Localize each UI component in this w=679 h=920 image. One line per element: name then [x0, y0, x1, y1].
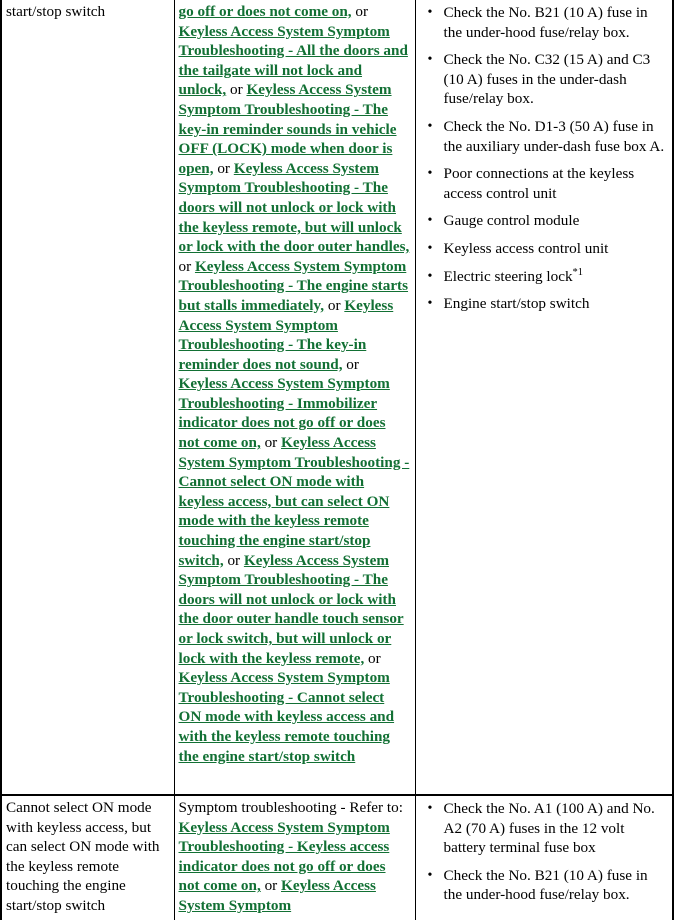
checks-list-0: Check the No. B21 (10 A) fuse in the und…: [420, 3, 668, 314]
checks-cell: Check the No. A1 (100 A) and No. A2 (70 …: [414, 794, 673, 920]
check-item-label: Check the No. A1 (100 A) and No. A2 (70 …: [443, 800, 655, 857]
diagnosis-text: or: [351, 3, 369, 20]
symptom-text: start/stop switch: [6, 3, 106, 20]
check-item-label: Check the No. B21 (10 A) fuse in the und…: [443, 866, 648, 904]
checks-cell: Check the No. B21 (10 A) fuse in the und…: [414, 0, 673, 795]
check-item-label: Electric steering lock: [443, 267, 573, 285]
check-item: Check the No. C32 (15 A) and C3 (10 A) f…: [428, 50, 668, 109]
diagnosis-text: or: [223, 551, 244, 569]
check-item: Check the No. D1-3 (50 A) fuse in the au…: [428, 117, 668, 156]
symptom-text: Cannot select ON mode with keyless acces…: [6, 799, 160, 914]
diagnosis-runs-0: go off or does not come on, or Keyless A…: [179, 3, 410, 765]
diagnosis-runs-1: Symptom troubleshooting - Refer to: Keyl…: [179, 799, 403, 914]
check-item: Poor connections at the keyless access c…: [428, 164, 668, 203]
diagnosis-cell: Symptom troubleshooting - Refer to: Keyl…: [173, 794, 416, 920]
check-item-label: Check the No. D1-3 (50 A) fuse in the au…: [443, 117, 665, 155]
check-item-label: Check the No. C32 (15 A) and C3 (10 A) f…: [443, 51, 651, 108]
troubleshooting-table: start/stop switch go off or does not com…: [0, 0, 674, 920]
footnote-marker: *1: [572, 266, 584, 278]
diagnosis-text: or: [178, 257, 195, 275]
check-item: Engine start/stop switch: [428, 294, 668, 314]
diagnosis-link[interactable]: Keyless Access System Symptom Troublesho…: [179, 669, 395, 764]
check-item-label: Gauge control module: [443, 212, 580, 230]
check-item: Check the No. B21 (10 A) fuse in the und…: [428, 3, 668, 42]
check-item-label: Poor connections at the keyless access c…: [443, 165, 635, 202]
diagnosis-text: or: [226, 81, 247, 99]
check-item: Electric steering lock*1: [428, 266, 668, 287]
check-item: Check the No. A1 (100 A) and No. A2 (70 …: [428, 799, 668, 858]
diagnosis-link[interactable]: Keyless Access System Symptom Troublesho…: [179, 434, 410, 569]
diagnosis-text: or: [260, 434, 282, 452]
diagnosis-text: or: [260, 877, 282, 895]
symptom-cell: Cannot select ON mode with keyless acces…: [1, 794, 175, 920]
diagnosis-text: Symptom troubleshooting - Refer to:: [178, 799, 403, 816]
diagnosis-link[interactable]: go off or does not come on,: [179, 3, 352, 20]
check-item: Check the No. B21 (10 A) fuse in the und…: [428, 866, 668, 905]
diagnosis-text: or: [342, 355, 359, 373]
check-item-label: Keyless access control unit: [443, 239, 609, 257]
check-item: Gauge control module: [428, 211, 668, 231]
check-item-label: Check the No. B21 (10 A) fuse in the und…: [443, 4, 648, 41]
diagnosis-text: or: [324, 296, 345, 314]
table-row: start/stop switch go off or does not com…: [1, 0, 673, 795]
document-page: start/stop switch go off or does not com…: [0, 0, 679, 920]
diagnosis-text: or: [213, 159, 234, 177]
table-row: Cannot select ON mode with keyless acces…: [1, 794, 673, 920]
symptom-cell: start/stop switch: [1, 0, 175, 795]
check-item: Keyless access control unit: [428, 239, 668, 259]
diagnosis-cell: go off or does not come on, or Keyless A…: [173, 0, 416, 795]
diagnosis-text: or: [364, 649, 381, 667]
check-item-label: Engine start/stop switch: [443, 295, 590, 313]
checks-list-1: Check the No. A1 (100 A) and No. A2 (70 …: [420, 799, 668, 905]
